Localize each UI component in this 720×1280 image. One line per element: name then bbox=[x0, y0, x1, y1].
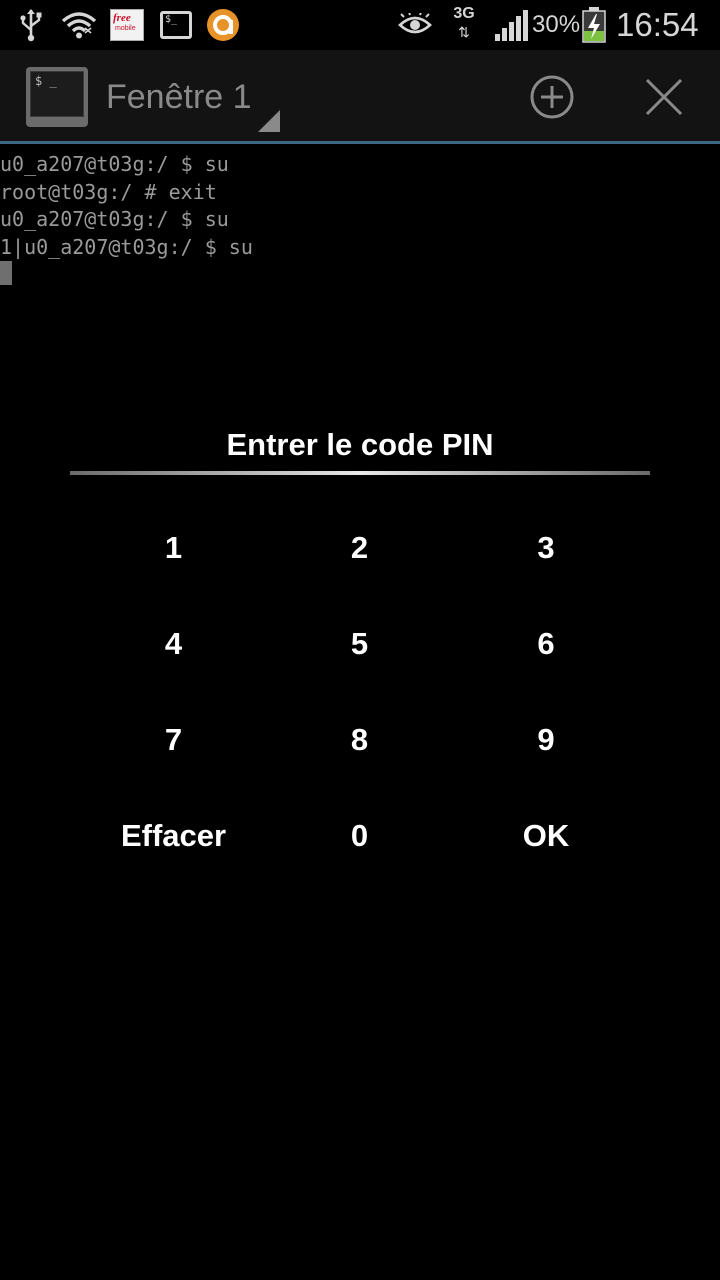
dropdown-triangle-icon bbox=[258, 110, 280, 132]
key-7[interactable]: 7 bbox=[80, 692, 267, 788]
key-9[interactable]: 9 bbox=[452, 692, 640, 788]
key-2[interactable]: 2 bbox=[267, 500, 452, 596]
app-icon-glyph: $ _ bbox=[35, 74, 57, 88]
key-1[interactable]: 1 bbox=[80, 500, 267, 596]
key-5[interactable]: 5 bbox=[267, 596, 452, 692]
pin-dialog-title: Entrer le code PIN bbox=[226, 427, 494, 462]
close-window-button[interactable] bbox=[634, 67, 694, 127]
terminal-app-icon[interactable]: $ _ bbox=[26, 67, 88, 127]
terminal-line: root@t03g:/ # exit bbox=[0, 179, 217, 204]
key-8[interactable]: 8 bbox=[267, 692, 452, 788]
wifi-icon bbox=[60, 0, 98, 50]
key-0[interactable]: 0 bbox=[267, 788, 452, 884]
window-selector[interactable]: Fenêtre 1 bbox=[106, 50, 282, 144]
eye-icon bbox=[396, 0, 434, 50]
network-activity-arrows: ⇅ bbox=[458, 24, 470, 40]
terminal-output[interactable]: u0_a207@t03g:/ $ su root@t03g:/ # exit u… bbox=[0, 147, 720, 285]
ok-button[interactable]: OK bbox=[452, 788, 640, 884]
orange-a-icon bbox=[204, 0, 242, 50]
key-6[interactable]: 6 bbox=[452, 596, 640, 692]
signal-icon bbox=[492, 0, 530, 50]
mobile-label: mobile bbox=[115, 25, 136, 32]
close-icon bbox=[645, 78, 683, 116]
terminal-cursor bbox=[0, 261, 12, 285]
key-4[interactable]: 4 bbox=[80, 596, 267, 692]
terminal-line: u0_a207@t03g:/ $ su bbox=[0, 207, 229, 231]
free-mobile-icon: free mobile bbox=[108, 0, 146, 50]
clear-button[interactable]: Effacer bbox=[80, 788, 267, 884]
pin-divider bbox=[70, 471, 650, 475]
action-bar: $ _ Fenêtre 1 bbox=[0, 50, 720, 144]
new-window-button[interactable] bbox=[522, 67, 582, 127]
status-bar: free mobile $_ 3G ⇅ 30% 16:54 bbox=[0, 0, 720, 50]
key-3[interactable]: 3 bbox=[452, 500, 640, 596]
pin-keypad: 1 2 3 4 5 6 7 8 9 Effacer 0 OK bbox=[80, 500, 640, 884]
terminal-line: 1|u0_a207@t03g:/ $ su bbox=[0, 234, 253, 259]
terminal-line: u0_a207@t03g:/ $ su bbox=[0, 152, 229, 176]
plus-circle-icon bbox=[530, 75, 574, 119]
network-type: 3G bbox=[453, 5, 475, 22]
usb-icon bbox=[14, 0, 48, 50]
terminal-glyph: $_ bbox=[165, 14, 178, 25]
window-title: Fenêtre 1 bbox=[106, 77, 252, 116]
free-label: free bbox=[113, 12, 131, 24]
battery-percent: 30% bbox=[532, 11, 581, 38]
terminal-notification-icon: $_ bbox=[158, 0, 194, 50]
clock: 16:54 bbox=[616, 6, 699, 43]
battery-charging-icon bbox=[580, 0, 608, 50]
